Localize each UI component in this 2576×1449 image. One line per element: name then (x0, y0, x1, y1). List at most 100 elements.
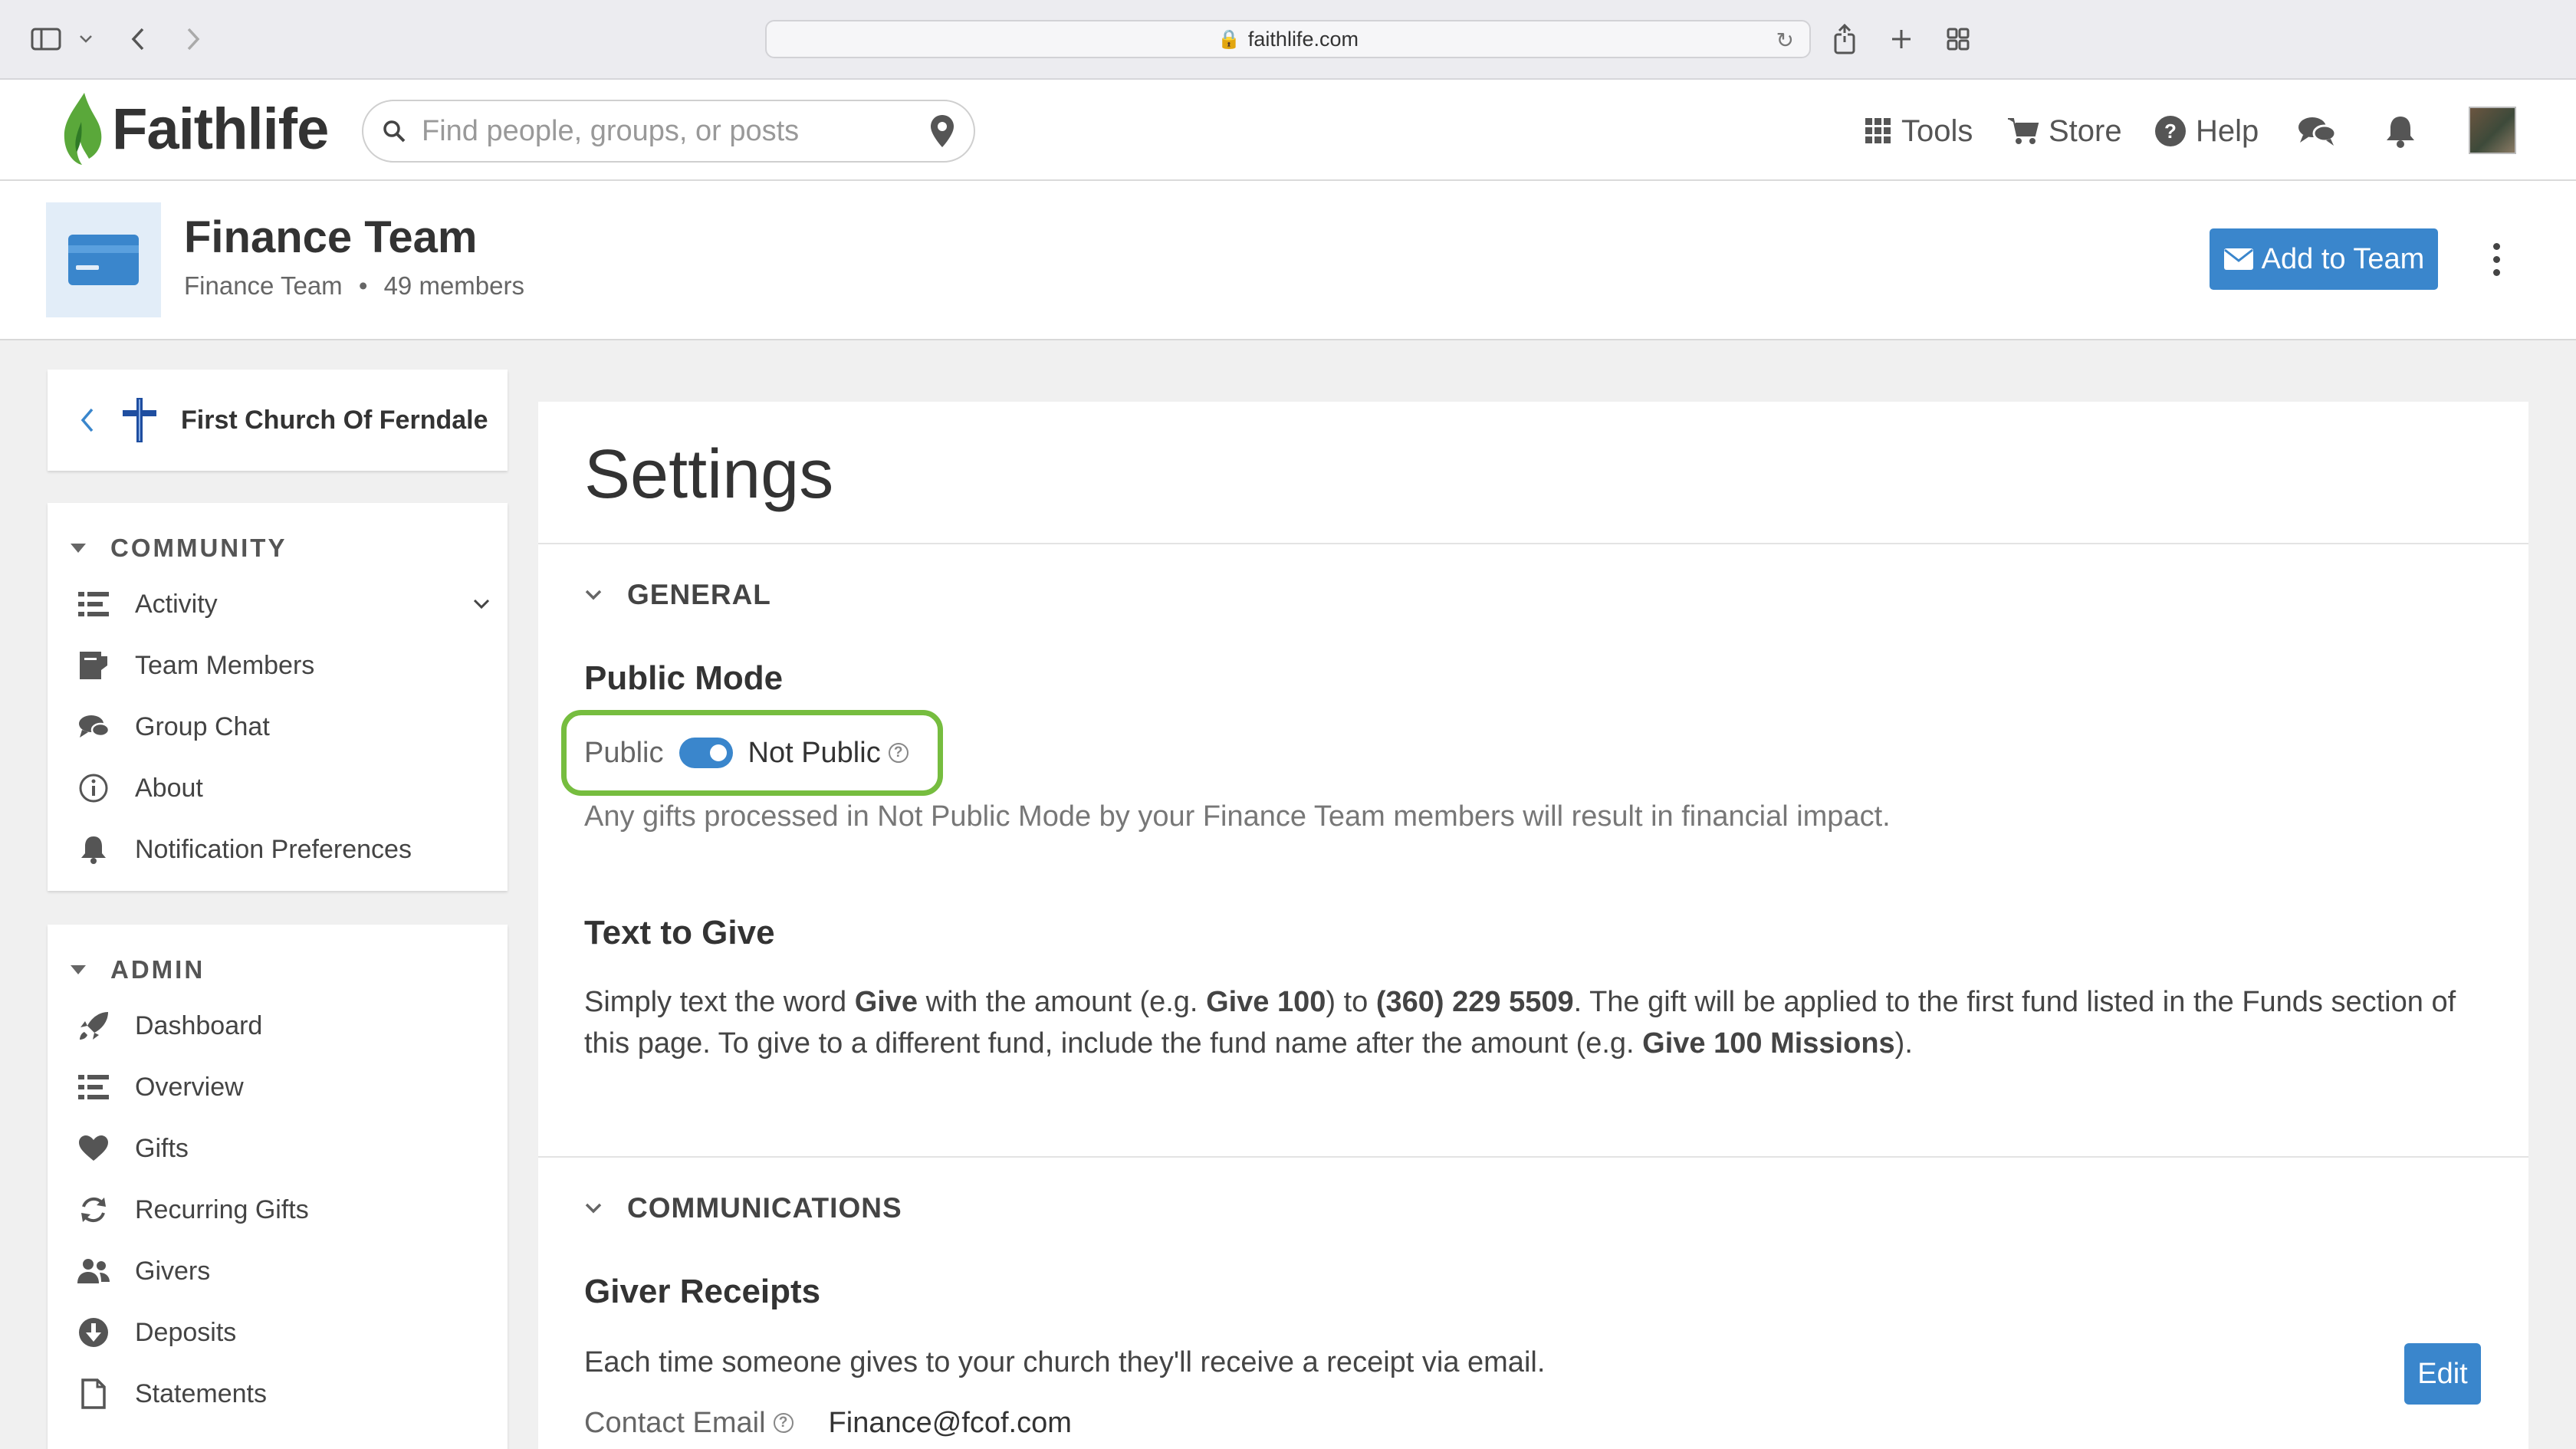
user-avatar[interactable] (2469, 107, 2516, 154)
info-icon (77, 771, 110, 805)
nav-store[interactable]: Store (2007, 107, 2122, 155)
sidebar-item-group-chat[interactable]: Group Chat (77, 704, 270, 750)
help-icon: ? (2154, 115, 2187, 147)
general-section-title: GENERAL (627, 579, 771, 610)
chevron-down-icon (584, 1202, 603, 1214)
sidebar-item-label: About (135, 773, 203, 803)
cross-icon (123, 398, 156, 442)
more-options-icon[interactable] (2482, 230, 2510, 288)
help-circle-icon[interactable]: ? (888, 743, 909, 763)
sidebar-toggle-icon[interactable] (29, 20, 63, 58)
nav-help-label: Help (2196, 113, 2259, 148)
edit-button[interactable]: Edit (2404, 1343, 2481, 1405)
sidebar-item-label: Group Chat (135, 711, 270, 741)
sidebar-item-notification-preferences[interactable]: Notification Preferences (77, 826, 412, 872)
browser-toolbar: 🔒 faithlife.com ↻ (0, 0, 2576, 80)
sidebar-item-deposits[interactable]: Deposits (77, 1309, 236, 1355)
flame-icon (64, 93, 102, 165)
faithlife-logo[interactable]: Faithlife (58, 90, 329, 167)
messages-icon (2298, 117, 2337, 146)
church-card[interactable]: First Church Of Ferndale (48, 370, 508, 471)
text-part: ). (1894, 1027, 1913, 1060)
tab-overview-icon[interactable] (1943, 20, 1973, 58)
sidebar-item-recurring-gifts[interactable]: Recurring Gifts (77, 1187, 309, 1233)
search-box[interactable] (362, 100, 975, 163)
heart-icon (77, 1132, 110, 1165)
sidebar-item-overview[interactable]: Overview (77, 1064, 244, 1110)
church-name: First Church Of Ferndale (181, 405, 488, 435)
community-section-title: COMMUNITY (110, 534, 288, 562)
sidebar-item-dashboard[interactable]: Dashboard (77, 1003, 262, 1049)
team-subtitle-name[interactable]: Finance Team (184, 271, 343, 300)
team-subtitle: Finance Team • 49 members (184, 271, 524, 301)
list-icon (77, 1070, 110, 1104)
chevron-left-icon[interactable] (72, 405, 103, 435)
grid-icon (1865, 117, 1892, 145)
url-bar[interactable]: 🔒 faithlife.com ↻ (765, 20, 1811, 58)
nav-tools-label: Tools (1901, 113, 1973, 148)
sidebar-item-about[interactable]: About (77, 765, 203, 811)
admin-section-title: ADMIN (110, 955, 205, 984)
notifications-button[interactable] (2384, 107, 2417, 155)
sidebar-item-gifts[interactable]: Gifts (77, 1125, 189, 1171)
nav-help[interactable]: ? Help (2154, 107, 2259, 155)
bell-icon (2387, 117, 2414, 148)
text-part: Simply text the word (584, 986, 855, 1018)
sidebar-item-label: Activity (135, 589, 218, 619)
communications-section-title: COMMUNICATIONS (627, 1192, 902, 1224)
team-avatar (46, 202, 161, 317)
general-section-header[interactable]: GENERAL (584, 572, 771, 618)
chevron-down-icon[interactable] (77, 20, 95, 58)
messages-button[interactable] (2297, 107, 2337, 155)
text-part: with the amount (e.g. (918, 986, 1207, 1018)
sidebar-item-givers[interactable]: Givers (77, 1248, 210, 1294)
new-tab-icon[interactable] (1886, 20, 1917, 58)
reload-icon[interactable]: ↻ (1776, 28, 1794, 53)
sidebar-item-statements[interactable]: Statements (77, 1371, 267, 1417)
back-icon[interactable] (126, 20, 150, 58)
separator-dot: • (358, 271, 368, 300)
communications-section-header[interactable]: COMMUNICATIONS (584, 1185, 902, 1231)
logo-text: Faithlife (112, 96, 329, 162)
contact-email-label: Contact Email (584, 1406, 766, 1439)
nav-tools[interactable]: Tools (1865, 107, 1973, 155)
sidebar-item-label: Statements (135, 1378, 267, 1408)
public-mode-note: Any gifts processed in Not Public Mode b… (584, 800, 1891, 833)
team-header: Finance Team Finance Team • 49 members A… (0, 181, 2576, 340)
bell-icon (77, 833, 110, 866)
deposit-icon (77, 1316, 110, 1349)
share-icon[interactable] (1829, 20, 1860, 58)
contact-email-value: Finance@fcof.com (828, 1406, 1072, 1439)
public-mode-toggle[interactable] (678, 738, 733, 768)
text-bold: Give (854, 986, 918, 1018)
svg-text:?: ? (2164, 120, 2177, 143)
admin-section: ADMIN Dashboard Overview Gifts Recurring… (48, 925, 508, 1449)
sidebar-item-label: Gifts (135, 1133, 189, 1163)
sidebar-item-label: Overview (135, 1072, 244, 1102)
add-to-team-button[interactable]: Add to Team (2210, 228, 2438, 290)
contact-email-row: Contact Email ? Finance@fcof.com (584, 1400, 1072, 1446)
help-circle-icon[interactable]: ? (773, 1413, 794, 1433)
public-mode-title: Public Mode (584, 659, 784, 697)
text-to-give-title: Text to Give (584, 914, 775, 951)
team-member-count[interactable]: 49 members (384, 271, 524, 300)
sidebar-item-team-members[interactable]: Team Members (77, 642, 314, 688)
page-title: Settings (584, 436, 834, 513)
location-pin-icon[interactable] (929, 113, 955, 149)
admin-section-header[interactable]: ADMIN (71, 955, 205, 984)
public-label: Public (584, 736, 664, 769)
sidebar-item-activity[interactable]: Activity (77, 581, 491, 627)
forward-icon[interactable] (181, 20, 205, 58)
team-title: Finance Team (184, 212, 478, 262)
triangle-down-icon (71, 544, 86, 553)
envelope-icon (2223, 248, 2253, 270)
recurring-icon (77, 1193, 110, 1227)
divider (538, 543, 2528, 544)
text-to-give-description: Simply text the word Give with the amoun… (584, 981, 2486, 1064)
chat-icon (77, 710, 110, 744)
search-input[interactable] (422, 114, 929, 148)
chevron-down-icon[interactable] (472, 598, 491, 610)
sidebar-item-label: Team Members (135, 650, 315, 680)
text-bold: Give 100 Missions (1642, 1027, 1895, 1060)
community-section-header[interactable]: COMMUNITY (71, 534, 287, 563)
